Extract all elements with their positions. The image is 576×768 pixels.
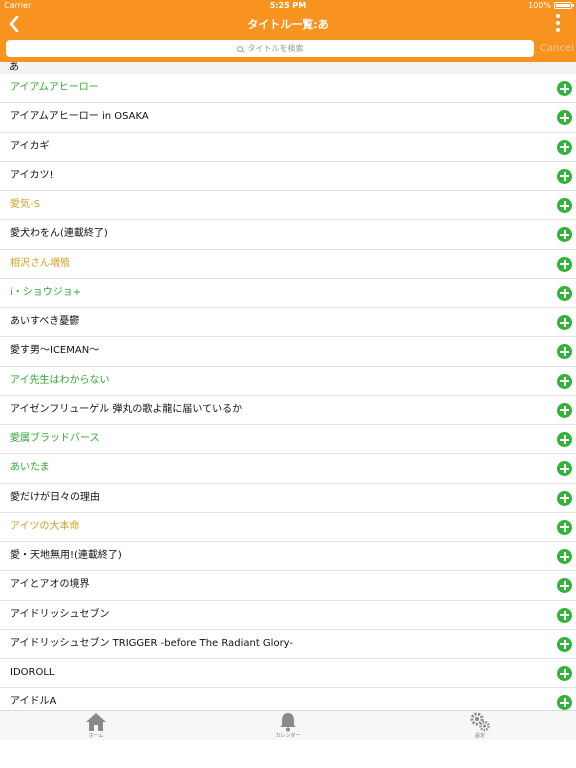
tab-bar: ホーム カレンダー 設定 (0, 710, 576, 740)
home-icon (86, 713, 106, 731)
list-item[interactable]: 愛す男～ICEMAN～ (0, 337, 576, 367)
list-item[interactable]: 愛・天地無用!(連載終了) (0, 542, 576, 572)
list-item[interactable]: アイアムアヒーロー (0, 74, 576, 104)
section-header: あ (0, 62, 576, 74)
list-item[interactable]: 愛気-S (0, 191, 576, 221)
tab-settings-label: 設定 (474, 733, 485, 739)
title-label: 愛だけが日々の理由 (10, 491, 100, 503)
add-favorite-button[interactable] (557, 607, 572, 623)
list-item[interactable]: アイ先生はわからない (0, 367, 576, 396)
add-favorite-button[interactable] (557, 139, 572, 155)
search-input[interactable]: タイトルを検索 (6, 40, 534, 57)
add-favorite-button[interactable] (557, 227, 572, 243)
list-item[interactable]: IDOROLL (0, 659, 576, 689)
tab-home-label: ホーム (88, 733, 104, 739)
title-label: IDOROLL (10, 667, 55, 678)
list-item[interactable]: アイカギ (0, 133, 576, 162)
add-favorite-button[interactable] (557, 636, 572, 652)
add-favorite-button[interactable] (557, 285, 572, 301)
search-bar: タイトルを検索 Cancel (0, 40, 576, 58)
add-favorite-button[interactable] (557, 315, 572, 330)
title-label: アイドリッシュセブン (10, 608, 110, 620)
search-placeholder: タイトルを検索 (247, 44, 304, 53)
title-label: アイゼンフリューゲル 弾丸の歌よ龍に届いているか (10, 403, 243, 415)
list-item[interactable]: アイゼンフリューゲル 弾丸の歌よ龍に届いているか (0, 396, 576, 425)
add-favorite-button[interactable] (557, 402, 572, 418)
list-item[interactable]: i・ショウジョ+ (0, 279, 576, 308)
title-label: アイカギ (10, 140, 50, 152)
title-label: アイとアオの境界 (10, 579, 90, 591)
page-title: タイトル一覧:あ (247, 18, 329, 31)
tab-calendar-label: カレンダー (275, 733, 301, 739)
add-favorite-button[interactable] (557, 432, 572, 447)
add-favorite-button[interactable] (557, 198, 572, 213)
title-label: あいすべき憂鬱 (10, 316, 80, 327)
add-favorite-button[interactable] (557, 256, 572, 272)
title-label: アイツの大本命 (10, 520, 80, 532)
more-menu-button[interactable] (554, 14, 562, 32)
battery-label: 100% (528, 1, 551, 10)
title-label: 愛す男～ICEMAN～ (10, 345, 100, 357)
tab-home[interactable]: ホーム (66, 711, 126, 741)
title-label: i・ショウジョ+ (10, 286, 82, 298)
add-favorite-button[interactable] (557, 373, 572, 389)
gear-icon (470, 712, 490, 732)
list-item[interactable]: アイドリッシュセブン TRIGGER -before The Radiant G… (0, 630, 576, 659)
list-item[interactable]: アイとアオの境界 (0, 571, 576, 601)
list-item[interactable]: あいたま (0, 454, 576, 484)
list-item[interactable]: 愛犬わをん(連載終了) (0, 220, 576, 250)
title-label: あいたま (10, 462, 50, 474)
list-item[interactable]: あいすべき憂鬱 (0, 308, 576, 338)
status-time: 5:25 PM (269, 1, 307, 10)
title-label: 愛・天地無用!(連載終了) (10, 550, 122, 561)
add-favorite-button[interactable] (557, 344, 572, 360)
cancel-button[interactable]: Cancel (540, 43, 574, 54)
list-item[interactable]: 愛だけが日々の理由 (0, 484, 576, 513)
add-favorite-button[interactable] (557, 110, 572, 126)
list-item[interactable]: アイアムアヒーロー in OSAKA (0, 103, 576, 133)
status-bar: Carrier 5:25 PM 100% (0, 0, 576, 12)
list-item[interactable]: 相沢さん増殖 (0, 250, 576, 279)
add-favorite-button[interactable] (557, 695, 572, 711)
add-favorite-button[interactable] (557, 519, 572, 535)
title-label: 愛属ブラッドバース (10, 433, 100, 444)
title-label: アイアムアヒーロー (10, 82, 99, 93)
bell-icon (280, 713, 296, 732)
add-favorite-button[interactable] (557, 168, 572, 184)
list-item[interactable]: アイドリッシュセブン (0, 601, 576, 630)
vertical-dots-icon (556, 14, 560, 18)
chevron-left-icon (9, 15, 19, 33)
add-favorite-button[interactable] (557, 490, 572, 506)
search-icon (236, 45, 243, 52)
title-label: アイドリッシュセブン TRIGGER -before The Radiant G… (10, 637, 294, 649)
tab-settings[interactable]: 設定 (450, 711, 510, 741)
header-bar: Carrier 5:25 PM 100% タイトル一覧:あ タイトルを検索 Ca… (0, 0, 576, 62)
title-label: 相沢さん増殖 (10, 257, 70, 269)
title-label: 愛気-S (10, 199, 40, 210)
add-favorite-button[interactable] (557, 666, 572, 681)
back-button[interactable] (4, 13, 24, 35)
battery-indicator: 100% (528, 1, 574, 10)
tab-calendar[interactable]: カレンダー (258, 711, 318, 741)
title-label: 愛犬わをん(連載終了) (10, 228, 108, 240)
title-label: アイカツ! (10, 169, 54, 181)
title-label: アイアムアヒーロー in OSAKA (10, 111, 149, 123)
add-favorite-button[interactable] (557, 578, 572, 594)
title-label: アイ先生はわからない (10, 374, 110, 386)
battery-icon (554, 2, 574, 9)
add-favorite-button[interactable] (557, 461, 572, 477)
add-favorite-button[interactable] (557, 549, 572, 564)
add-favorite-button[interactable] (557, 81, 572, 96)
list-item[interactable]: アイツの大本命 (0, 513, 576, 542)
title-list: アイアムアヒーローアイアムアヒーロー in OSAKA アイカギアイカツ! 愛気-S… (0, 74, 576, 718)
list-item[interactable]: 愛属ブラッドバース (0, 425, 576, 455)
list-item[interactable]: アイカツ! (0, 162, 576, 191)
